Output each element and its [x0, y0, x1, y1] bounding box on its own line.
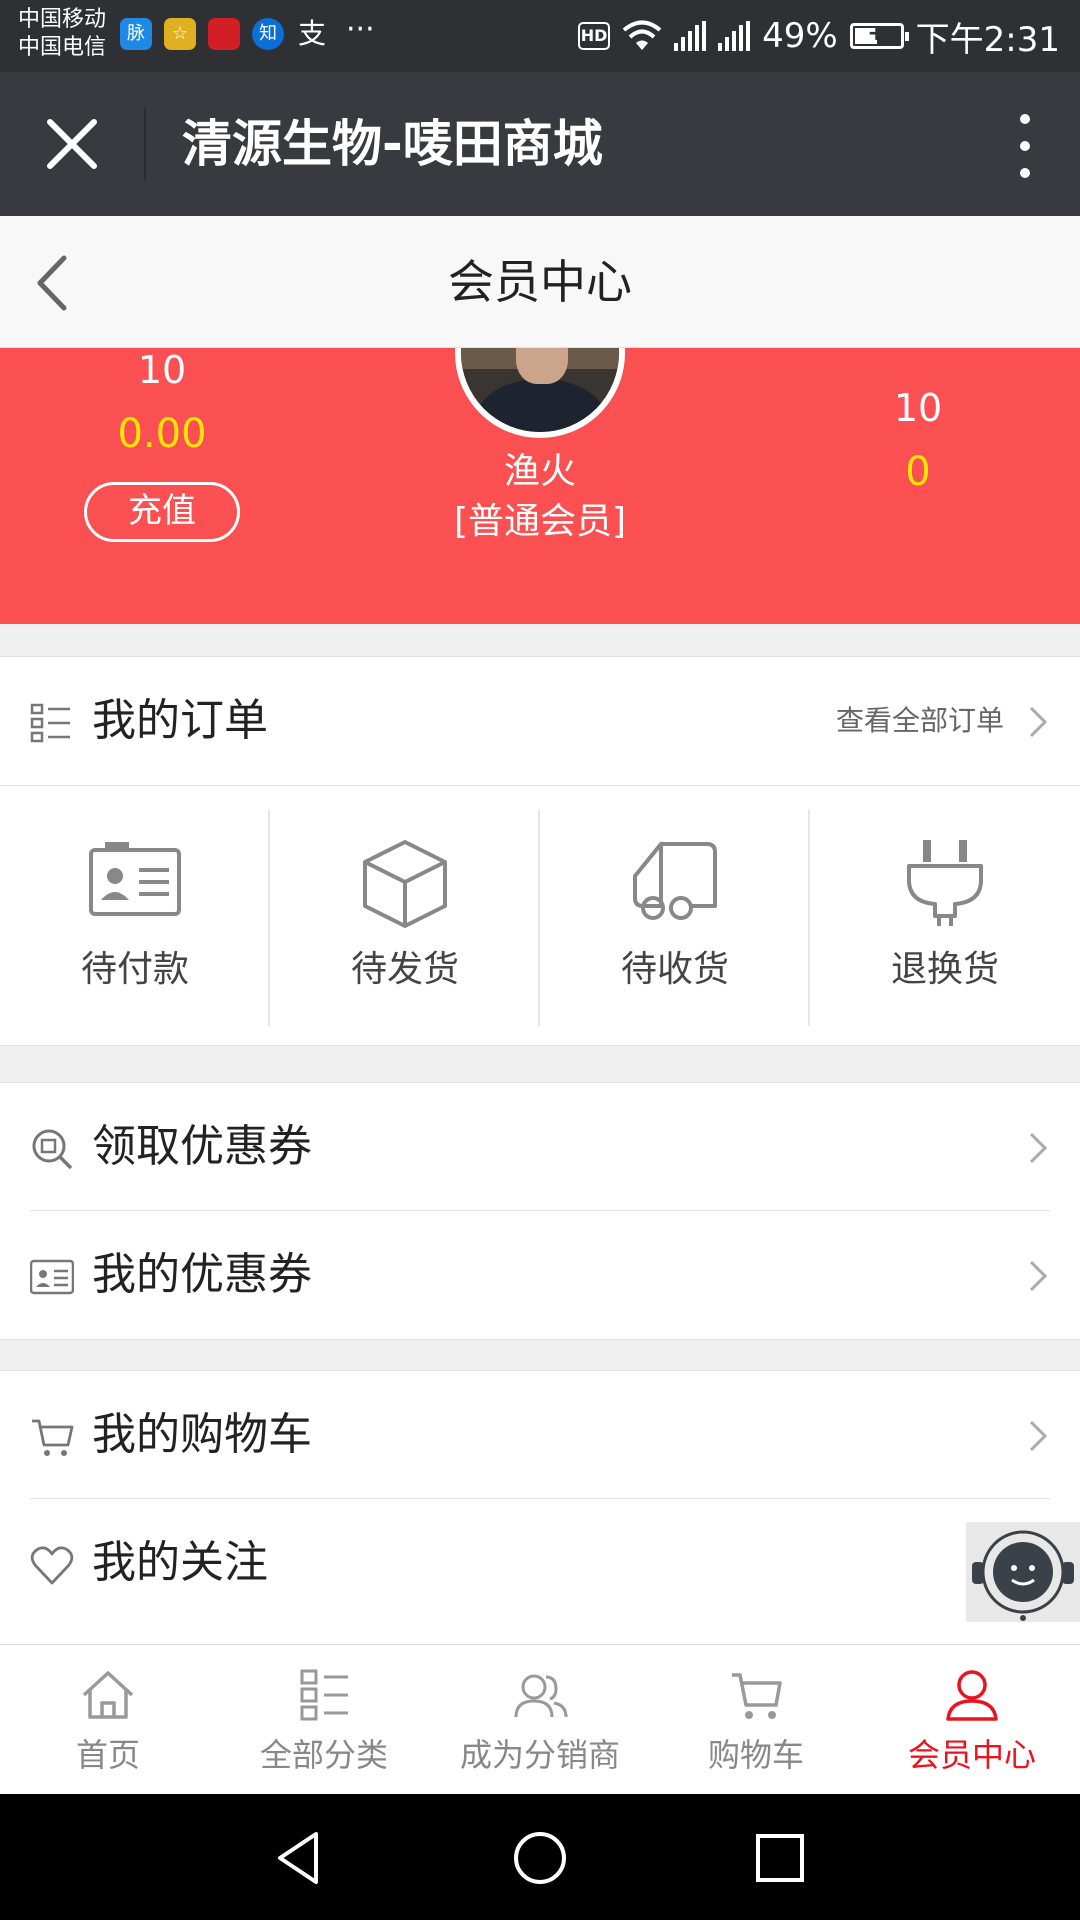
carrier-2: 中国电信 [18, 35, 107, 60]
left-count: 10 [137, 348, 187, 392]
tab-home[interactable]: 首页 [0, 1645, 216, 1795]
tab-label: 会员中心 [907, 1736, 1036, 1774]
get-coupons-label: 领取优惠券 [92, 1121, 312, 1172]
bottom-tab-bar: 首页 全部分类 成为分销商 购物车 会员中心 [0, 1644, 1080, 1794]
plug-return-icon [907, 840, 983, 926]
right-value: 0 [905, 449, 931, 495]
payment-card-icon [89, 842, 181, 916]
star-app-icon: ☆ [164, 18, 196, 50]
category-list-icon [300, 1669, 348, 1721]
carrier-1: 中国移动 [18, 7, 107, 32]
chevron-right-icon [1029, 706, 1048, 738]
tab-label: 全部分类 [259, 1736, 388, 1774]
shopping-section: 我的购物车 我的关注 [0, 1370, 1080, 1651]
coupon-search-icon [32, 1129, 73, 1170]
my-cart-label: 我的购物车 [92, 1409, 312, 1460]
order-status-returns[interactable]: 退换货 [810, 810, 1080, 1026]
battery-icon: + [849, 21, 909, 49]
hd-icon: HD [578, 22, 611, 50]
cart-icon [732, 1673, 782, 1719]
more-options-icon[interactable] [1010, 114, 1040, 178]
battery-percent: 49% [762, 16, 838, 56]
member-level: [普通会员] [453, 501, 627, 542]
order-status-pending-payment[interactable]: 待付款 [0, 810, 270, 1026]
my-orders-row[interactable]: 我的订单 查看全部订单 [0, 657, 1080, 785]
maimai-app-icon: 脉 [120, 18, 152, 50]
carrier-names: 中国移动 中国电信 [18, 6, 106, 62]
coupons-section: 领取优惠券 我的优惠券 [0, 1082, 1080, 1340]
my-favorites-row[interactable]: 我的关注 [0, 1499, 1080, 1651]
wifi-icon [622, 20, 662, 50]
member-banner: 10 0.00 充值 渔火 [普通会员] 10 0 [0, 348, 1080, 624]
order-status-to-ship[interactable]: 待发货 [270, 810, 540, 1026]
chevron-right-icon [1029, 1420, 1048, 1452]
order-status-label: 退换货 [890, 949, 999, 990]
nav-home-icon[interactable] [508, 1826, 572, 1890]
order-list-icon [30, 703, 70, 743]
status-bar: 中国移动 中国电信 脉 ☆ 知 支 ··· HD 49% + 下午2:31 [0, 0, 1080, 72]
get-coupons-row[interactable]: 领取优惠券 [0, 1083, 1080, 1211]
page-title: 会员中心 [448, 255, 632, 309]
tab-label: 成为分销商 [459, 1736, 620, 1774]
order-status-label: 待收货 [620, 949, 729, 990]
my-orders-label: 我的订单 [92, 695, 268, 746]
close-icon[interactable] [40, 112, 104, 176]
headset-smiley-icon [972, 1530, 1074, 1621]
member-user-icon [946, 1670, 998, 1721]
alipay-app-icon: 支 [297, 17, 326, 50]
orders-section: 我的订单 查看全部订单 待付款 待发货 待收货 退换货 [0, 656, 1080, 1046]
nav-back-icon[interactable] [268, 1826, 332, 1890]
window-title: 清源生物-唛田商城 [182, 115, 603, 173]
status-right: HD 49% + 下午2:31 [578, 14, 1060, 60]
customer-service-button[interactable] [966, 1522, 1080, 1622]
distributor-users-icon [514, 1674, 568, 1718]
system-nav-bar [0, 1794, 1080, 1920]
page-header: 会员中心 [0, 216, 1080, 348]
right-count: 10 [893, 386, 943, 430]
order-status-to-receive[interactable]: 待收货 [540, 810, 810, 1026]
browser-title-bar: 清源生物-唛田商城 [0, 72, 1080, 216]
tab-member-center[interactable]: 会员中心 [864, 1645, 1080, 1795]
tab-become-distributor[interactable]: 成为分销商 [432, 1645, 648, 1795]
order-status-label: 待付款 [80, 949, 189, 990]
coupon-card-icon [30, 1259, 74, 1295]
zhihu-app-icon: 知 [252, 18, 284, 50]
order-status-label: 待发货 [350, 949, 459, 990]
delivery-truck-icon [633, 842, 717, 920]
my-cart-row[interactable]: 我的购物车 [0, 1371, 1080, 1499]
tab-cart[interactable]: 购物车 [648, 1645, 864, 1795]
package-box-icon [363, 840, 447, 928]
my-favorites-label: 我的关注 [92, 1537, 268, 1588]
clock: 下午2:31 [915, 19, 1060, 60]
order-status-grid: 待付款 待发货 待收货 退换货 [0, 785, 1080, 1045]
tab-label: 首页 [75, 1736, 140, 1774]
chevron-right-icon [1029, 1260, 1048, 1292]
signal-4g-icon [674, 21, 707, 51]
my-coupons-label: 我的优惠券 [92, 1249, 312, 1300]
more-notifications-icon: ··· [346, 12, 375, 47]
avatar[interactable] [455, 348, 625, 438]
tab-all-categories[interactable]: 全部分类 [216, 1645, 432, 1795]
red-book-app-icon [208, 18, 240, 50]
my-coupons-row[interactable]: 我的优惠券 [0, 1211, 1080, 1339]
chevron-right-icon [1029, 1132, 1048, 1164]
nav-recents-icon[interactable] [748, 1826, 812, 1890]
view-all-orders-link[interactable]: 查看全部订单 [836, 703, 1004, 739]
home-icon [82, 1671, 134, 1719]
cart-icon [32, 1419, 74, 1456]
tab-label: 购物车 [707, 1736, 804, 1774]
signal-3g-icon [718, 21, 751, 51]
heart-icon [30, 1546, 74, 1585]
title-separator [144, 108, 146, 180]
